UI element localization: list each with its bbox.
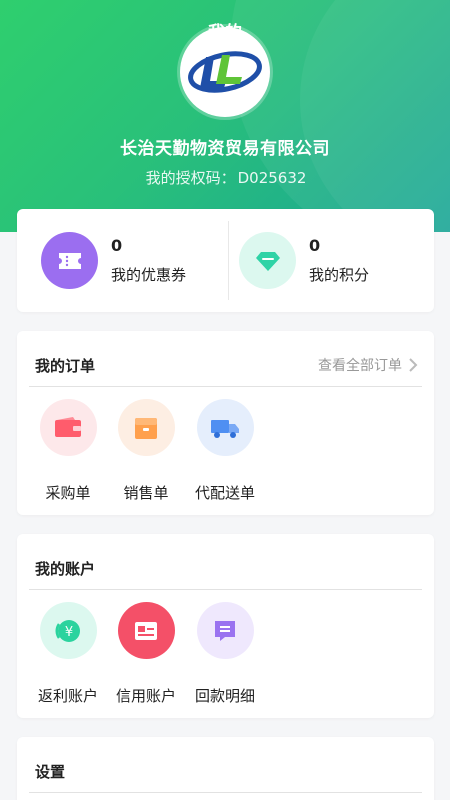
purchase-order-label: 采购单: [45, 484, 91, 502]
auth-code-value: D025632: [237, 169, 307, 187]
payment-detail-button[interactable]: 回款明细: [185, 602, 265, 706]
company-logo-avatar[interactable]: [180, 27, 270, 117]
auth-code-label: 我的授权码：: [145, 169, 236, 187]
company-logo-icon: [188, 51, 262, 93]
view-all-orders-label: 查看全部订单: [318, 358, 402, 374]
points-count: 0: [309, 236, 321, 255]
settings-title: 设置: [35, 763, 66, 781]
points-label: 我的积分: [309, 266, 370, 284]
rebate-account-label: 返利账户: [37, 687, 98, 705]
rebate-icon: ¥: [39, 602, 97, 659]
coupon-stat[interactable]: 0 我的优惠券: [17, 209, 225, 312]
purchase-order-button[interactable]: 采购单: [28, 399, 108, 503]
accounts-title: 我的账户: [35, 560, 96, 578]
message-list-icon: [196, 602, 254, 659]
truck-icon: [196, 399, 254, 456]
chevron-right-icon: [409, 358, 418, 372]
diamond-icon: [239, 232, 296, 289]
box-icon: [117, 399, 175, 456]
payment-detail-label: 回款明细: [194, 687, 255, 705]
coupon-label: 我的优惠券: [111, 266, 187, 284]
orders-title: 我的订单: [35, 357, 96, 375]
orders-divider: [29, 386, 422, 387]
wallet-icon: [39, 399, 97, 456]
points-stat[interactable]: 0 我的积分: [215, 209, 423, 312]
accounts-card: 我的账户 ¥ 返利账户 信用账户 回款明细: [17, 534, 434, 718]
rebate-account-button[interactable]: ¥ 返利账户: [28, 602, 108, 706]
stats-card: 0 我的优惠券 0 我的积分: [17, 209, 434, 312]
auth-code-row: 我的授权码： D025632: [0, 167, 450, 188]
sales-order-button[interactable]: 销售单: [106, 399, 186, 503]
settings-divider: [29, 792, 422, 793]
sales-order-label: 销售单: [123, 484, 169, 502]
delivery-order-button[interactable]: 代配送单: [185, 399, 265, 503]
credit-account-label: 信用账户: [115, 687, 176, 705]
coupon-count: 0: [111, 236, 123, 255]
company-name: 长治天勤物资贸易有限公司: [120, 139, 330, 159]
credit-account-button[interactable]: 信用账户: [106, 602, 186, 706]
svg-text:¥: ¥: [65, 625, 73, 640]
coupon-icon: [41, 232, 98, 289]
credit-card-icon: [117, 602, 175, 659]
accounts-divider: [29, 589, 422, 590]
settings-card[interactable]: 设置: [17, 737, 434, 800]
orders-card: 我的订单 查看全部订单 采购单 销售单 代配送单: [17, 331, 434, 515]
delivery-order-label: 代配送单: [194, 484, 255, 502]
view-all-orders-link[interactable]: 查看全部订单: [318, 355, 418, 375]
